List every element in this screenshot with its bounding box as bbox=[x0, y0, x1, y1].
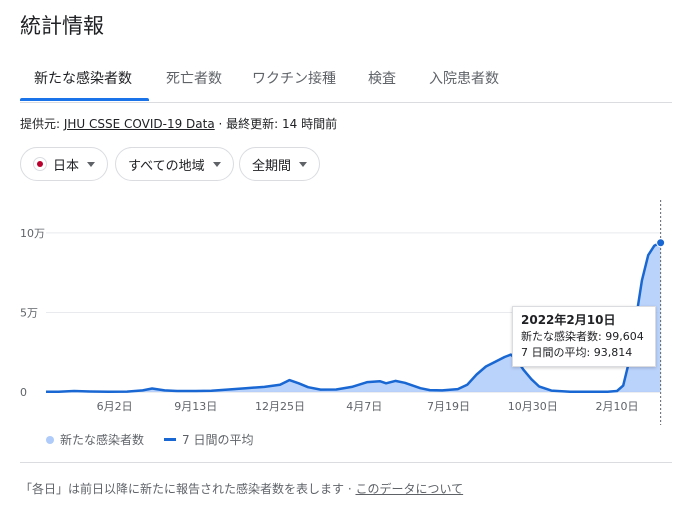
tooltip-cases-value: 99,604 bbox=[605, 330, 644, 343]
legend-7day-average: 7 日間の平均 bbox=[182, 433, 254, 447]
x-tick-label: 4月7日 bbox=[346, 400, 382, 413]
period-filter-label: 全期間 bbox=[252, 158, 292, 174]
line-legend-swatch bbox=[164, 438, 177, 441]
caret-down-icon bbox=[87, 161, 96, 167]
tab-new-cases[interactable]: 新たな感染者数 bbox=[34, 68, 132, 88]
tooltip-average-label: 7 日間の平均: bbox=[521, 346, 591, 359]
about-data-link[interactable]: このデータについて bbox=[355, 482, 463, 496]
source-link[interactable]: JHU CSSE COVID-19 Data bbox=[64, 117, 215, 131]
country-filter-label: 日本 bbox=[53, 158, 80, 174]
chart-tooltip: 2022年2月10日 新たな感染者数: 99,604 7 日間の平均: 93,8… bbox=[512, 306, 656, 367]
y-tick-label: 5万 bbox=[20, 306, 38, 319]
tab-tests[interactable]: 検査 bbox=[368, 68, 396, 88]
tooltip-cases-label: 新たな感染者数: bbox=[521, 330, 602, 343]
last-updated: 最終更新: 14 時間前 bbox=[226, 117, 338, 131]
tooltip-average-value: 93,814 bbox=[593, 346, 633, 359]
period-filter-chip[interactable]: 全期間 bbox=[239, 147, 321, 181]
footer-divider bbox=[20, 462, 672, 463]
y-tick-label: 0 bbox=[20, 386, 27, 399]
caret-down-icon bbox=[212, 161, 221, 167]
x-tick-label: 6月2日 bbox=[97, 400, 133, 413]
footnote-separator: · bbox=[344, 482, 356, 496]
caret-down-icon bbox=[299, 161, 308, 167]
tooltip-date: 2022年2月10日 bbox=[521, 313, 616, 327]
source-prefix: 提供元: bbox=[20, 117, 64, 131]
tooltip-cases-row: 新たな感染者数: 99,604 bbox=[521, 329, 647, 345]
tab-deaths[interactable]: 死亡者数 bbox=[166, 68, 222, 88]
footnote-text: 「各日」は前日以降に新たに報告された感染者数を表します bbox=[20, 482, 345, 496]
x-tick-label: 12月25日 bbox=[255, 400, 305, 413]
country-filter-chip[interactable]: 日本 bbox=[20, 147, 109, 181]
source-line: 提供元: JHU CSSE COVID-19 Data · 最終更新: 14 時… bbox=[20, 115, 337, 132]
region-filter-label: すべての地域 bbox=[128, 158, 205, 174]
tooltip-average-row: 7 日間の平均: 93,814 bbox=[521, 345, 647, 361]
y-tick-label: 10万 bbox=[20, 227, 45, 240]
x-tick-label: 10月30日 bbox=[508, 400, 558, 413]
x-tick-label: 2月10日 bbox=[595, 400, 638, 413]
stats-tabs: 新たな感染者数 死亡者数 ワクチン接種 検査 入院患者数 bbox=[20, 58, 672, 103]
x-tick-label: 7月19日 bbox=[427, 400, 470, 413]
japan-flag-icon bbox=[33, 157, 47, 171]
bars-legend-swatch bbox=[46, 435, 54, 444]
region-filter-chip[interactable]: すべての地域 bbox=[115, 147, 234, 181]
page-title: 統計情報 bbox=[20, 14, 104, 38]
footnote: 「各日」は前日以降に新たに報告された感染者数を表します · このデータについて bbox=[20, 480, 463, 497]
tab-hospitalizations[interactable]: 入院患者数 bbox=[429, 68, 499, 88]
chart-legend: 新たな感染者数 7 日間の平均 bbox=[46, 431, 253, 448]
source-separator: · bbox=[214, 117, 227, 131]
highlight-point bbox=[656, 238, 666, 248]
x-tick-label: 9月13日 bbox=[174, 400, 217, 413]
legend-new-cases: 新たな感染者数 bbox=[60, 433, 145, 447]
tab-vaccinations[interactable]: ワクチン接種 bbox=[252, 68, 336, 88]
active-tab-indicator bbox=[20, 98, 149, 101]
